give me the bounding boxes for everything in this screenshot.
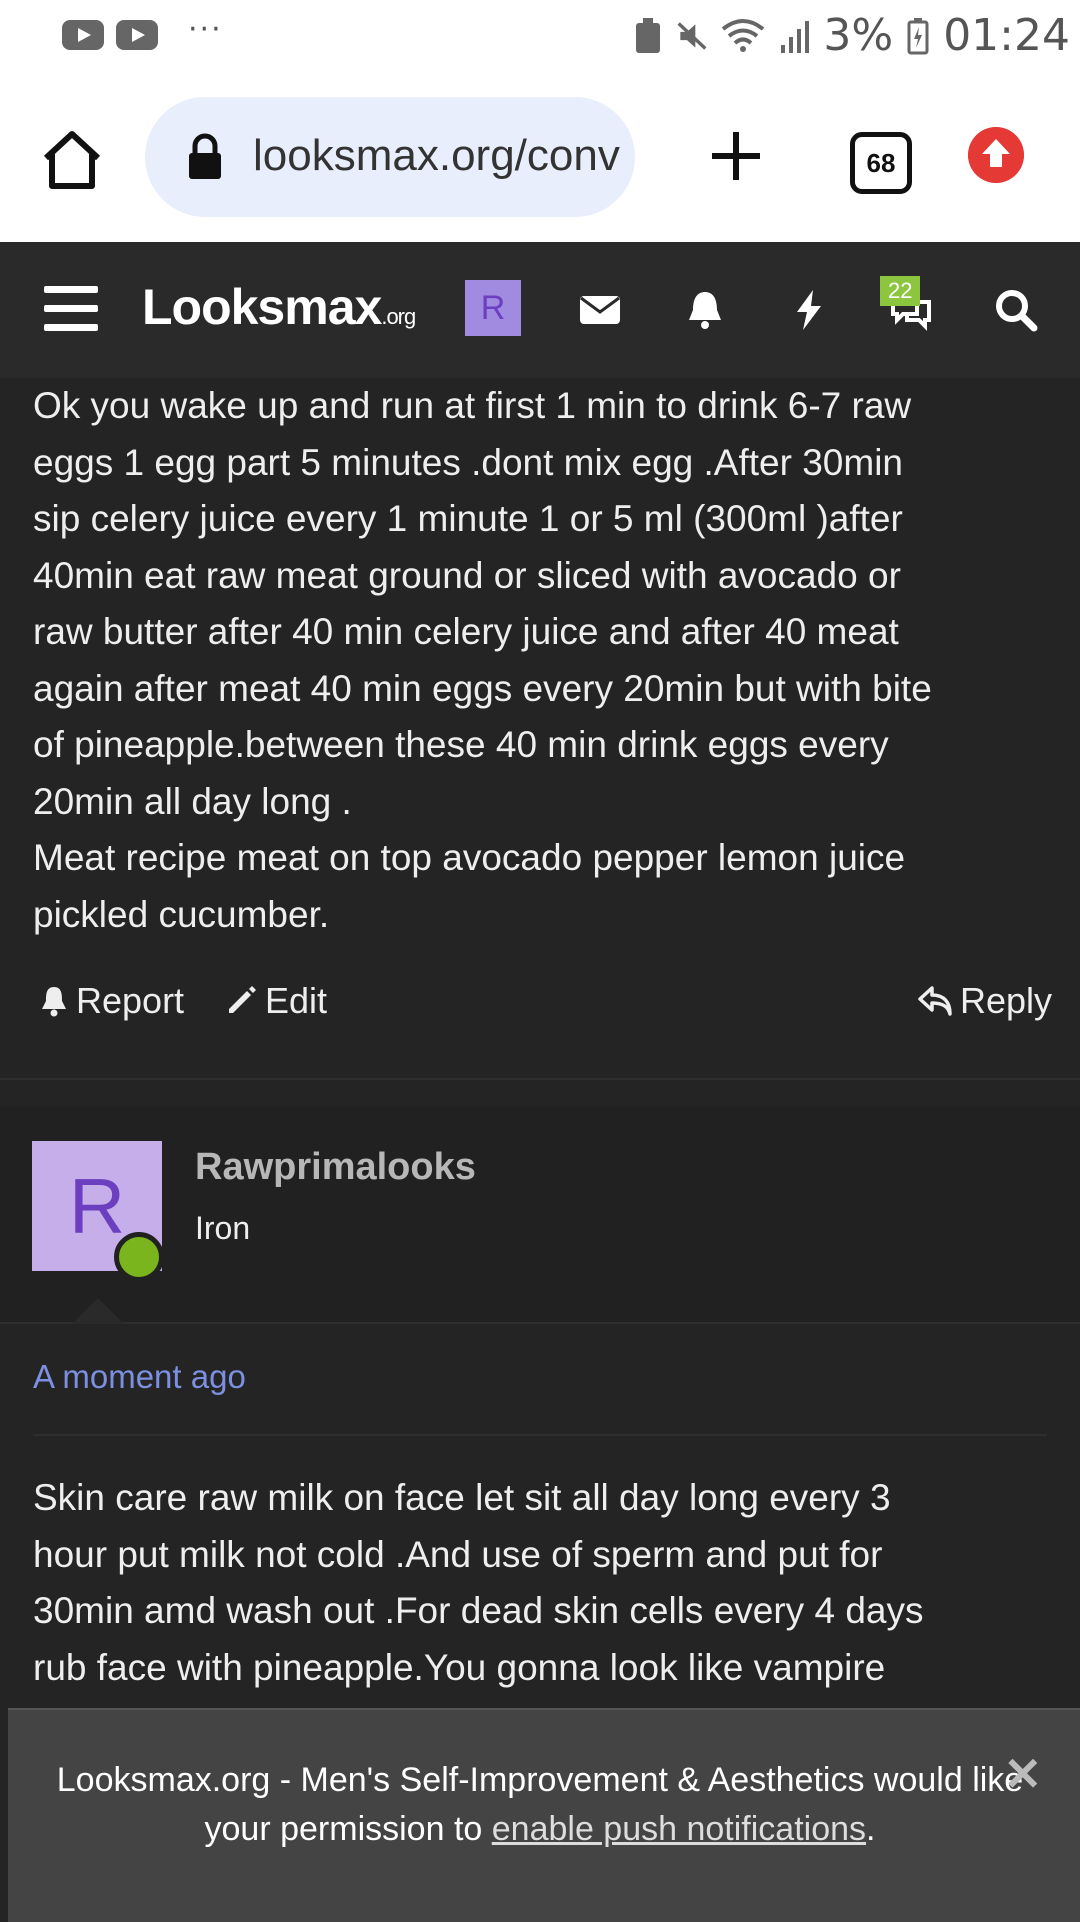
battery-percent: 3% — [823, 10, 894, 61]
lock-icon — [189, 133, 221, 179]
reply-label: Reply — [960, 980, 1053, 1021]
message-line: Meat recipe meat on top avocado pepper l… — [33, 837, 906, 878]
post-divider — [0, 1322, 1080, 1324]
edit-button[interactable]: Edit — [225, 980, 327, 1022]
message-line: again after meat 40 min eggs every 20min… — [33, 667, 932, 709]
report-label: Report — [76, 980, 185, 1021]
post-divider — [33, 1434, 1047, 1436]
pencil-icon — [229, 986, 256, 1013]
site-header: Looksmax.org R 22 — [0, 242, 1080, 378]
update-arrow-icon[interactable] — [968, 127, 1024, 183]
message-line: eggs 1 egg part 5 minutes .dont mix egg … — [33, 441, 903, 483]
envelope-icon[interactable] — [578, 288, 622, 332]
message-line: Skin care raw milk on face let sit all d… — [33, 1477, 891, 1518]
post-timestamp[interactable]: A moment ago — [33, 1358, 246, 1396]
youtube-icon — [116, 20, 158, 50]
post1-message: Ok you wake up and run at first 1 min to… — [33, 378, 1053, 943]
push-permission-banner: Looksmax.org - Men's Self-Improvement & … — [8, 1708, 1080, 1922]
overflow-dots: ··· — [188, 11, 223, 47]
status-bar: ··· 3% 01:24 — [0, 0, 1080, 76]
battery-saver-icon — [636, 17, 661, 53]
bell-icon — [42, 987, 66, 1017]
battery-icon — [907, 17, 929, 54]
user-avatar[interactable]: R — [465, 280, 521, 336]
banner-period: . — [866, 1810, 876, 1848]
search-icon[interactable] — [994, 288, 1038, 332]
address-bar[interactable]: looksmax.org/conv — [145, 97, 635, 217]
mute-icon — [677, 21, 707, 50]
message-line: 30min amd wash out .For dead skin cells … — [33, 1590, 924, 1631]
online-status-dot — [114, 1232, 164, 1282]
bell-icon[interactable] — [683, 288, 727, 332]
logo-suffix: .org — [381, 304, 416, 329]
post-author-rank: Iron — [195, 1210, 251, 1246]
post2-user-header: R Rawprimalooks Iron — [0, 1106, 1080, 1324]
enable-push-link[interactable]: enable push notifications — [492, 1810, 866, 1848]
message-line: sip celery juice every 1 minute 1 or 5 m… — [33, 498, 903, 539]
conversations-badge: 22 — [880, 276, 921, 306]
post1-actions: Report Edit Reply — [0, 980, 1080, 1040]
report-button[interactable]: Report — [40, 980, 184, 1022]
browser-toolbar: looksmax.org/conv 68 — [0, 76, 1080, 244]
message-line: of pineapple.between these 40 min drink … — [33, 724, 889, 765]
menu-icon[interactable] — [44, 286, 98, 331]
post-divider — [0, 1078, 1080, 1080]
post2-message: Skin care raw milk on face let sit all d… — [33, 1470, 1053, 1696]
lightning-icon[interactable] — [787, 288, 831, 332]
wifi-icon — [722, 18, 765, 52]
message-line: hour put milk not cold .And use of sperm… — [33, 1533, 883, 1575]
message-line: Ok you wake up and run at first 1 min to… — [33, 385, 912, 426]
header-pointer — [72, 1298, 124, 1324]
status-right: 3% 01:24 — [633, 10, 1070, 61]
home-icon[interactable] — [40, 128, 104, 192]
tab-switcher-button[interactable]: 68 — [850, 132, 912, 194]
youtube-icon — [62, 20, 104, 50]
new-tab-icon[interactable] — [706, 126, 766, 186]
message-line: 40min eat raw meat ground or sliced with… — [33, 554, 901, 596]
reply-icon — [918, 986, 952, 1016]
message-line: 20min all day long . — [33, 780, 352, 822]
message-line: raw butter after 40 min celery juice and… — [33, 611, 899, 652]
signal-icon — [781, 20, 810, 53]
banner-text: Looksmax.org - Men's Self-Improvement & … — [50, 1756, 1030, 1854]
url-text: looksmax.org/conv — [253, 131, 620, 180]
site-logo[interactable]: Looksmax.org — [142, 278, 416, 336]
reply-button[interactable]: Reply — [918, 980, 1052, 1022]
message-line: pickled cucumber. — [33, 893, 330, 935]
message-line: rub face with pineapple.You gonna look l… — [33, 1646, 886, 1688]
edit-label: Edit — [265, 980, 328, 1021]
clock: 01:24 — [943, 10, 1070, 61]
close-icon[interactable]: ✕ — [1003, 1750, 1042, 1799]
logo-main: Looksmax — [142, 279, 382, 335]
post-author-name[interactable]: Rawprimalooks — [195, 1146, 476, 1189]
status-left: ··· — [62, 12, 223, 50]
